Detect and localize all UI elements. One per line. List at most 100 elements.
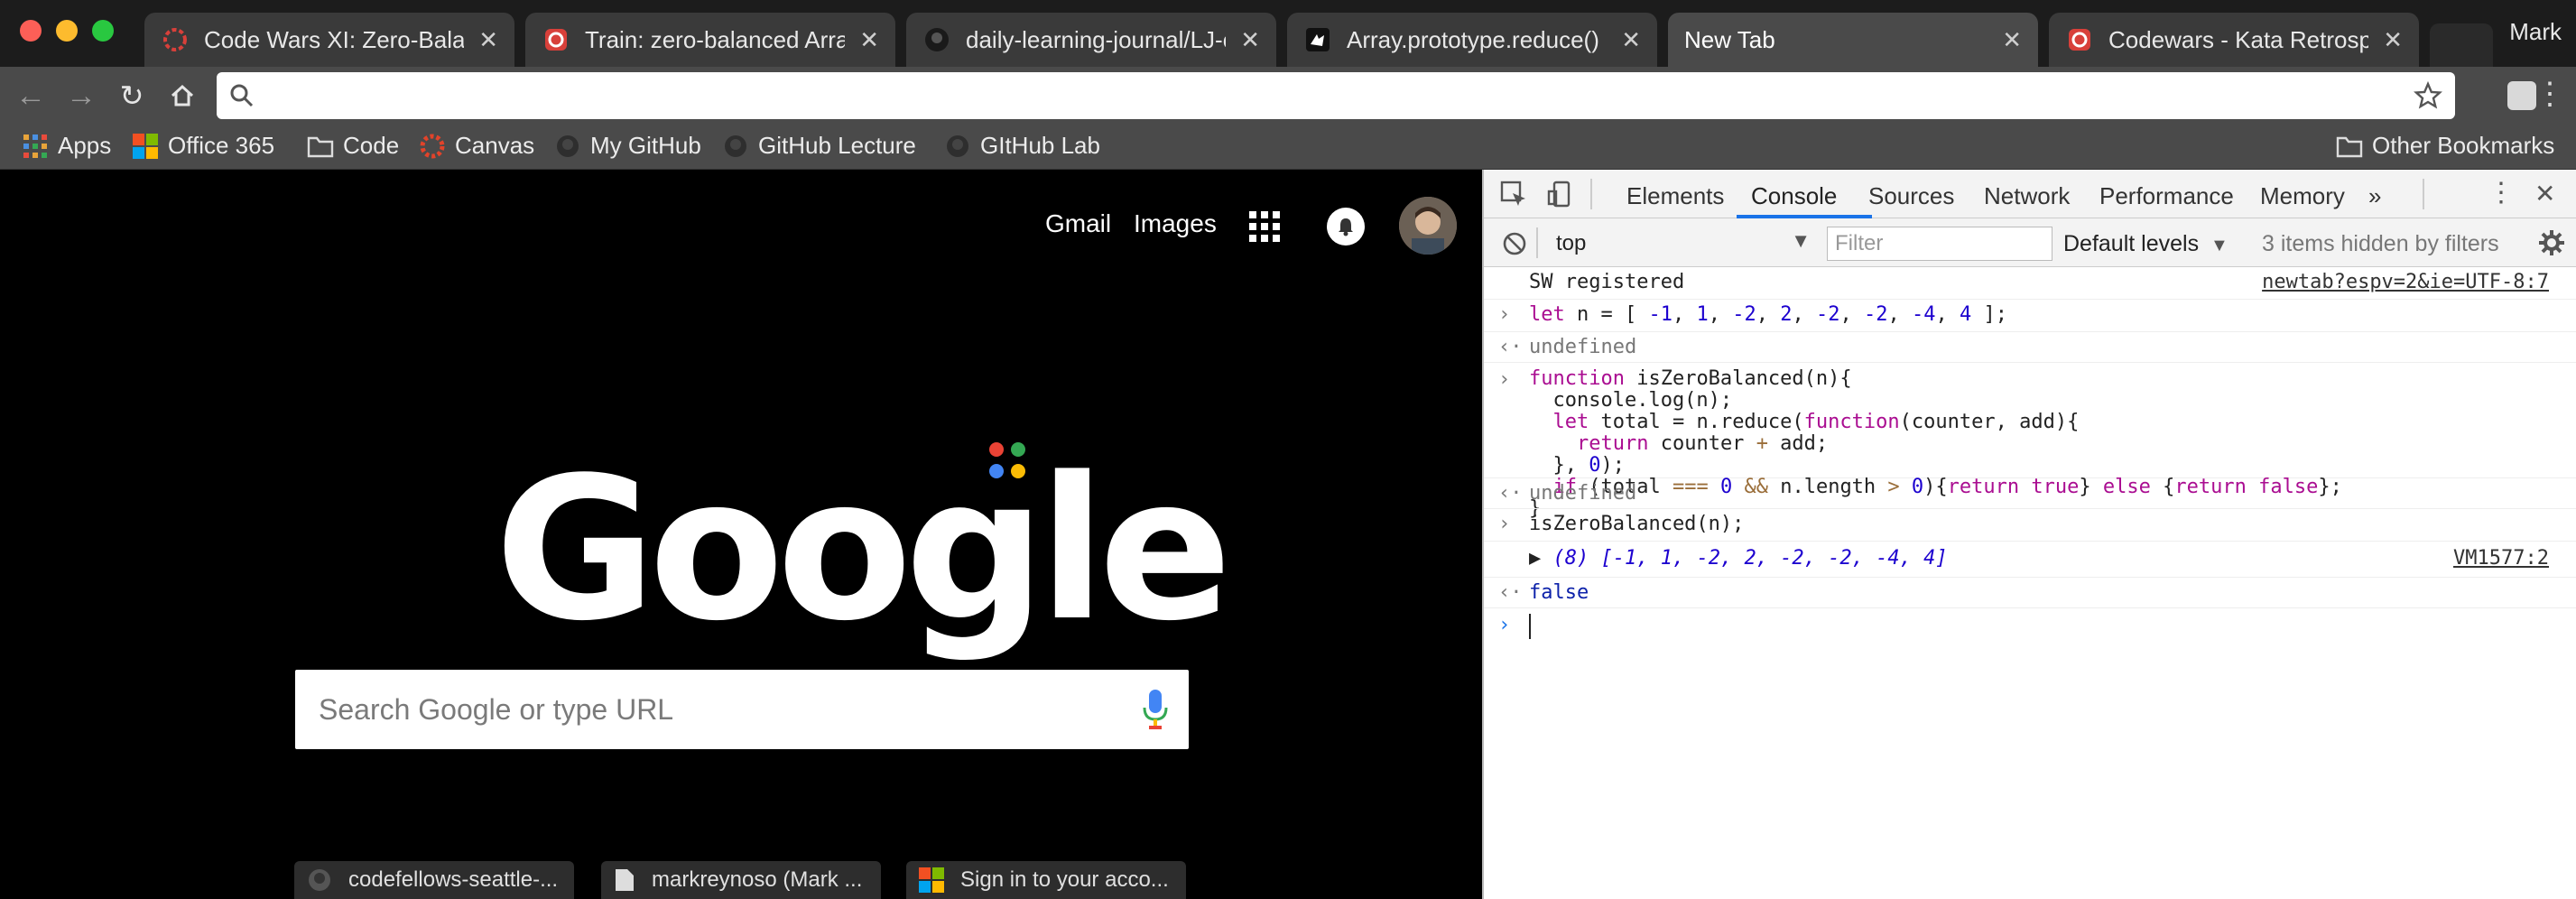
microphone-icon[interactable]: [1142, 690, 1169, 729]
console-message: SW registered newtab?espv=2&ie=UTF-8:7: [1484, 267, 2576, 300]
tab-codewars-kata-retrospective[interactable]: Codewars - Kata Retrospec ✕: [2049, 13, 2419, 67]
gmail-link[interactable]: Gmail: [1045, 209, 1111, 238]
console-prompt[interactable]: ›: [1484, 608, 2576, 644]
bookmark-office-365[interactable]: Office 365: [132, 132, 274, 160]
input-chevron-icon: ›: [1498, 513, 1511, 535]
images-link[interactable]: Images: [1134, 209, 1217, 238]
console-log-array[interactable]: ▶ (8) [-1, 1, -2, 2, -2, -2, -4, 4] VM15…: [1484, 542, 2576, 578]
home-icon: [171, 84, 194, 107]
maximize-window-button[interactable]: [92, 20, 114, 42]
bookmark-github-lab[interactable]: GItHub Lab: [944, 132, 1100, 160]
search-placeholder: Search Google or type URL: [319, 693, 674, 726]
most-visited-tile[interactable]: Sign in to your acco...: [906, 861, 1186, 899]
bookmark-my-github[interactable]: My GitHub: [554, 132, 701, 160]
log-levels-dropdown[interactable]: Default levels ▼: [2063, 231, 2229, 257]
dropdown-arrow-icon: ▼: [1791, 229, 1811, 252]
other-bookmarks[interactable]: Other Bookmarks: [2336, 132, 2554, 160]
bookmark-github-lecture[interactable]: GitHub Lecture: [722, 132, 916, 160]
clear-console-icon[interactable]: [1502, 231, 1527, 256]
bookmarks-bar: Apps Office 365 Code Canvas My GitHub Gi…: [0, 125, 2576, 170]
bookmark-label: Office 365: [168, 132, 275, 159]
close-devtools-icon[interactable]: ✕: [2534, 179, 2555, 209]
more-tabs-icon[interactable]: »: [2368, 182, 2381, 210]
console-result: ‹· undefined: [1484, 478, 2576, 509]
source-link[interactable]: newtab?espv=2&ie=UTF-8:7: [2262, 271, 2549, 293]
bookmark-canvas[interactable]: Canvas: [419, 132, 534, 160]
array-preview[interactable]: ▶ (8) [-1, 1, -2, 2, -2, -2, -4, 4]: [1529, 547, 1948, 570]
bookmark-apps[interactable]: Apps: [22, 132, 111, 160]
tab-daily-learning-journal[interactable]: daily-learning-journal/LJ-cc ✕: [906, 13, 1276, 67]
most-visited-tile[interactable]: markreynoso (Mark ...: [601, 861, 881, 899]
reload-button[interactable]: ↻: [114, 78, 150, 114]
forward-button[interactable]: →: [63, 78, 99, 114]
search-box[interactable]: Search Google or type URL: [295, 670, 1189, 749]
log-text: SW registered: [1529, 271, 1685, 293]
result-value: undefined: [1529, 482, 1637, 505]
minimize-window-button[interactable]: [56, 20, 78, 42]
console-result: ‹· undefined: [1484, 332, 2576, 363]
console-input-entry: › isZeroBalanced(n);: [1484, 509, 2576, 542]
tab-new-tab[interactable]: New Tab ✕: [1668, 13, 2038, 67]
tab-array-reduce-mdn[interactable]: Array.prototype.reduce() - ✕: [1287, 13, 1657, 67]
tab-console[interactable]: Console: [1751, 182, 1837, 210]
result-chevron-icon: ‹·: [1498, 336, 1523, 358]
array-values: [-1, 1, -2, 2, -2, -2, -4, 4]: [1600, 547, 1948, 570]
extension-icon[interactable]: [2507, 81, 2536, 110]
console-result: ‹· false: [1484, 578, 2576, 608]
devtools-menu-icon[interactable]: ⋮: [2488, 177, 2515, 209]
folder-icon: [307, 133, 334, 160]
home-button[interactable]: [164, 78, 200, 114]
tab-elements[interactable]: Elements: [1626, 182, 1724, 210]
devtools-panel: Elements Console Sources Network Perform…: [1482, 170, 2576, 899]
console-settings-gear-icon[interactable]: [2538, 229, 2565, 256]
most-visited-tile[interactable]: codefellows-seattle-...: [294, 861, 574, 899]
new-tab-button[interactable]: [2430, 23, 2493, 67]
tab-network[interactable]: Network: [1984, 182, 2070, 210]
source-link[interactable]: VM1577:2: [2453, 547, 2549, 570]
avatar[interactable]: [1399, 197, 1457, 255]
close-tab-icon[interactable]: ✕: [1240, 26, 1260, 54]
tile-title: markreynoso (Mark ...: [652, 867, 863, 892]
inspect-element-icon[interactable]: [1500, 181, 1527, 208]
result-chevron-icon: ‹·: [1498, 482, 1523, 505]
input-chevron-icon: ›: [1498, 368, 1511, 391]
google-apps-icon[interactable]: [1249, 211, 1280, 246]
device-toolbar-icon[interactable]: [1547, 181, 1574, 208]
toolbar-divider: [2423, 179, 2424, 209]
expand-triangle-icon[interactable]: ▶: [1529, 547, 1541, 570]
apps-grid-icon: [22, 133, 49, 160]
close-tab-icon[interactable]: ✕: [859, 26, 879, 54]
close-tab-icon[interactable]: ✕: [478, 26, 498, 54]
console-input-entry: › function isZeroBalanced(n){ console.lo…: [1484, 363, 2576, 520]
close-window-button[interactable]: [20, 20, 42, 42]
github-icon: [722, 133, 749, 160]
tab-train-zero-balanced[interactable]: Train: zero-balanced Array ✕: [525, 13, 895, 67]
close-tab-icon[interactable]: ✕: [1621, 26, 1641, 54]
bookmark-code-folder[interactable]: Code: [307, 132, 399, 160]
tab-performance[interactable]: Performance: [2099, 182, 2234, 210]
context-select[interactable]: top ▼: [1549, 227, 1818, 258]
close-tab-icon[interactable]: ✕: [2383, 26, 2403, 54]
back-button[interactable]: ←: [13, 78, 49, 114]
github-icon: [309, 869, 330, 891]
toolbar-divider: [1536, 227, 1538, 258]
profile-name[interactable]: Mark: [2509, 18, 2562, 46]
filter-input[interactable]: Filter: [1827, 227, 2052, 261]
browser-menu-icon[interactable]: ⋮: [2534, 76, 2565, 112]
bookmark-label: My GitHub: [590, 132, 701, 159]
result-chevron-icon: ‹·: [1498, 581, 1523, 604]
tile-title: Sign in to your acco...: [960, 867, 1169, 892]
tab-title: New Tab: [1684, 25, 1775, 53]
tab-strip: Code Wars XI: Zero-Balance ✕ Train: zero…: [0, 0, 2576, 67]
bookmark-star-icon[interactable]: [2414, 81, 2442, 110]
close-tab-icon[interactable]: ✕: [2002, 26, 2022, 54]
tab-memory[interactable]: Memory: [2260, 182, 2345, 210]
notifications-icon[interactable]: [1327, 208, 1365, 246]
tab-sources[interactable]: Sources: [1868, 182, 1954, 210]
tab-title: Code Wars XI: Zero-Balance: [204, 25, 465, 53]
tab-code-wars-xi[interactable]: Code Wars XI: Zero-Balance ✕: [144, 13, 514, 67]
bookmark-label: Code: [343, 132, 400, 159]
code-line: isZeroBalanced(n);: [1529, 513, 1745, 535]
tab-title: Array.prototype.reduce() -: [1347, 25, 1608, 53]
address-bar[interactable]: [217, 72, 2455, 119]
